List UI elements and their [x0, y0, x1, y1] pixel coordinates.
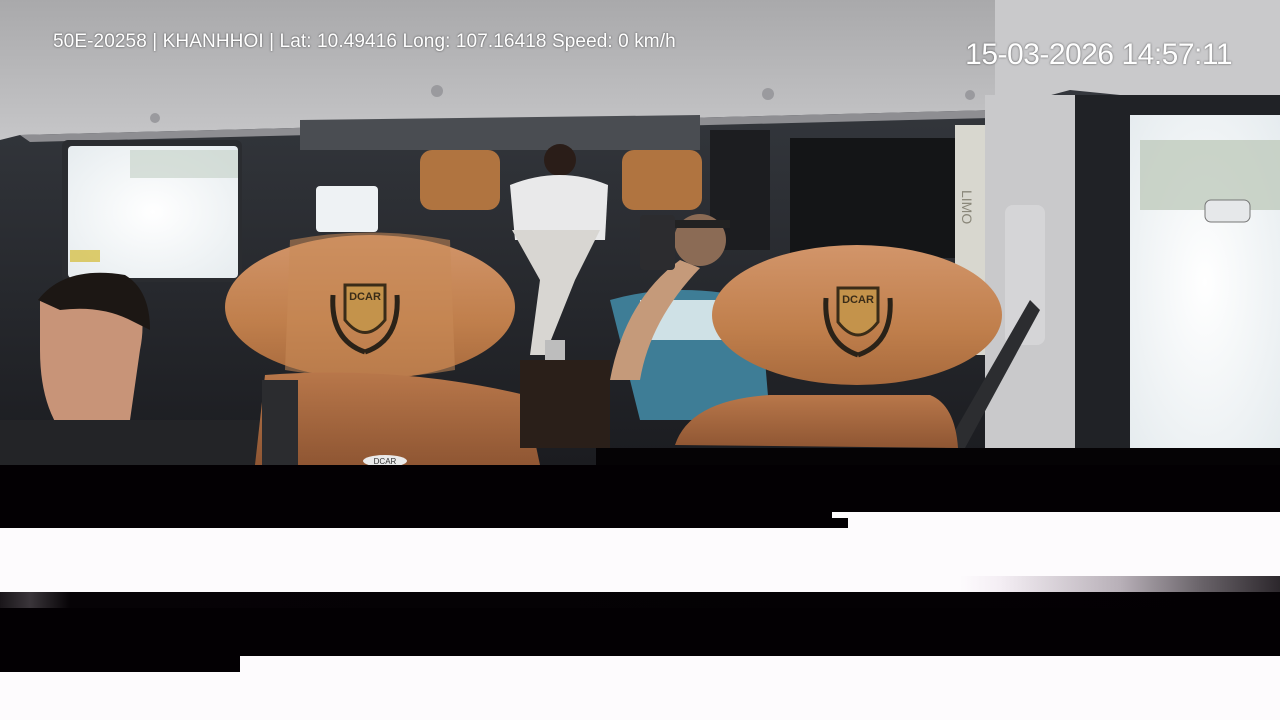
headrest-logo-left: DCAR — [349, 291, 381, 303]
glitch-notch — [832, 518, 848, 528]
overlay-timestamp: 15-03-2026 14:57:11 — [965, 38, 1232, 71]
side-panel-text: LIMO — [959, 190, 975, 224]
headrest-logo-right: DCAR — [842, 294, 874, 306]
dashcam-frame: LIMO DCAR DCAR DCAR 50E-20258 | KHANHHOI… — [0, 0, 1280, 720]
glitch-band-5 — [0, 592, 1280, 608]
glitch-band-4 — [0, 576, 1280, 592]
glitch-band-3 — [0, 528, 1280, 576]
glitch-band-2 — [0, 512, 1280, 528]
glitch-band-7 — [0, 656, 1280, 672]
glitch-band-1 — [0, 465, 1280, 512]
glitch-band-6 — [0, 608, 1280, 656]
overlay-info-line: 50E-20258 | KHANHHOI | Lat: 10.49416 Lon… — [53, 31, 676, 52]
seat-badge-text: DCAR — [374, 457, 397, 465]
glitch-band-8 — [0, 672, 1280, 720]
